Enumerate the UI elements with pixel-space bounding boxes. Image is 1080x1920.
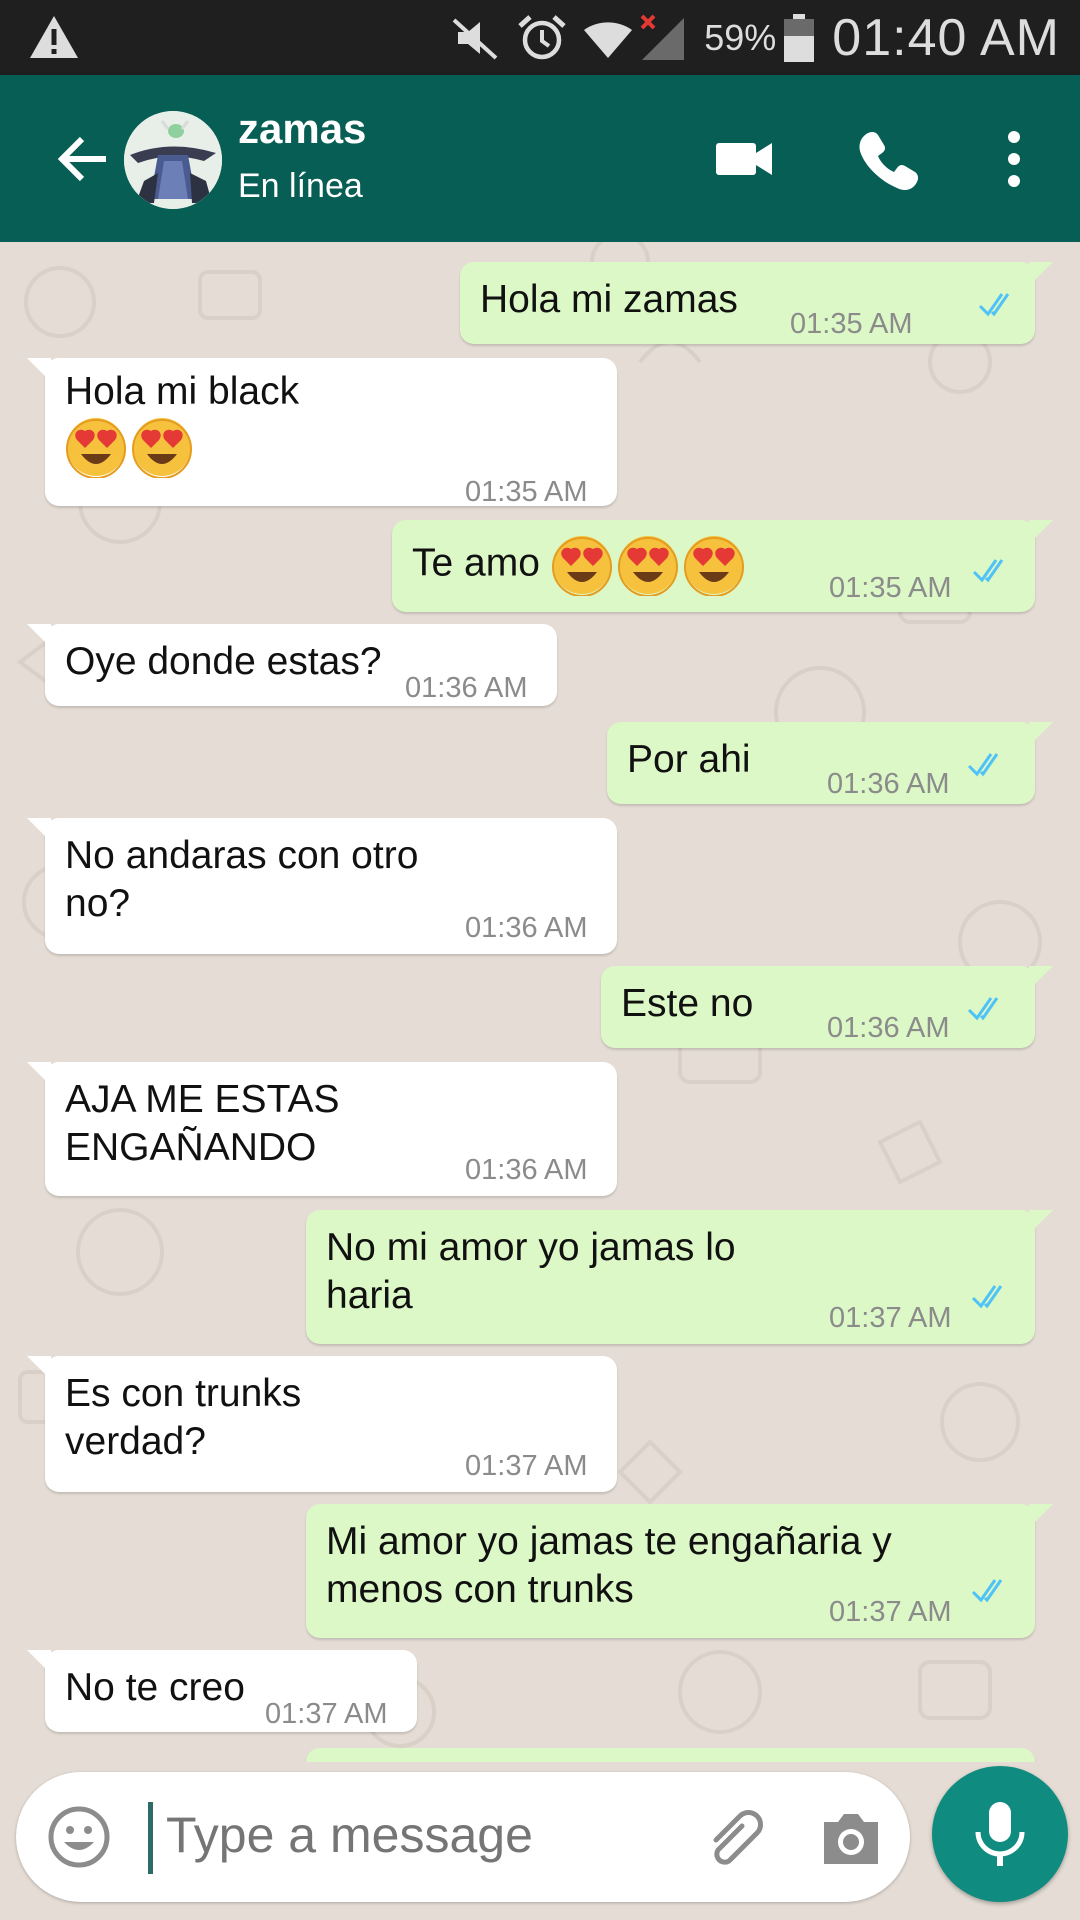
back-arrow-icon[interactable]: [52, 129, 112, 189]
wifi-icon: [584, 21, 633, 58]
read-receipt-icon: [972, 559, 1004, 583]
signal-icon: [640, 14, 685, 60]
clock: 01:40 AM: [832, 8, 1060, 67]
message-text-content: Mi amor yo jamas te engañaria y menos co…: [326, 1520, 892, 1611]
bubble-tail: [1029, 1504, 1053, 1528]
bubble-tail: [27, 1062, 51, 1086]
message-text: No andaras con otro no?: [65, 832, 418, 928]
status-bar: 59% 01:40 AM: [0, 0, 1080, 75]
read-receipt-icon: [971, 1285, 1003, 1309]
outgoing-message[interactable]: Por ahi 01:36 AM: [607, 722, 1053, 804]
message-text-content: Te amo: [412, 541, 551, 585]
contact-name[interactable]: zamas: [238, 105, 366, 153]
message-text-content: Oye donde estas?: [65, 640, 382, 683]
message-text: Oye donde estas?: [65, 638, 382, 686]
bubble-tail: [1029, 520, 1053, 544]
chat-header: zamas En línea: [0, 75, 1080, 242]
incoming-message[interactable]: No andaras con otro no? 01:36 AM: [27, 818, 617, 954]
message-text: Es con trunks verdad?: [65, 1370, 301, 1466]
mute-icon: [452, 18, 498, 59]
heart-eyes-emoji: [683, 536, 744, 596]
heart-eyes-emoji: [617, 536, 678, 596]
bubble-tail: [1029, 966, 1053, 990]
incoming-message[interactable]: Hola mi black 01:35 AM: [27, 358, 617, 508]
contact-status: En línea: [238, 167, 363, 205]
more-options-icon[interactable]: [980, 125, 1048, 193]
battery-percent: 59%: [704, 16, 777, 58]
outgoing-message[interactable]: Hola mi zamas 01:35 AM: [460, 262, 1053, 344]
mic-icon: [975, 1802, 1025, 1866]
message-text: Por ahi: [627, 736, 751, 784]
message-timestamp: 01:37 AM: [265, 1698, 388, 1730]
outgoing-message[interactable]: Este no 01:36 AM: [601, 966, 1053, 1048]
message-text-content: Hola mi zamas: [480, 278, 738, 321]
message-timestamp: 01:36 AM: [405, 672, 528, 704]
bubble-tail: [1029, 262, 1053, 286]
message-text-content: No mi amor yo jamas lo haria: [326, 1226, 736, 1317]
message-timestamp: 01:37 AM: [465, 1450, 588, 1482]
message-text-content: No andaras con otro no?: [65, 834, 419, 925]
message-timestamp: 01:35 AM: [790, 308, 913, 340]
message-timestamp: 01:36 AM: [827, 768, 950, 800]
message-text: Mi amor yo jamas te engañaria y menos co…: [326, 1518, 892, 1614]
bubble-tail: [27, 1650, 51, 1674]
message-input[interactable]: [166, 1806, 686, 1864]
read-receipt-icon: [967, 753, 999, 777]
message-timestamp: 01:36 AM: [465, 1154, 588, 1186]
incoming-message[interactable]: Oye donde estas? 01:36 AM: [27, 624, 557, 706]
voice-call-icon[interactable]: [852, 125, 920, 193]
incoming-message[interactable]: Es con trunks verdad? 01:37 AM: [27, 1356, 617, 1492]
heart-eyes-emoji: [132, 418, 192, 478]
warning-icon: [30, 16, 78, 58]
outgoing-message[interactable]: No mi amor yo jamas lo haria 01:37 AM: [306, 1210, 1053, 1344]
message-timestamp: 01:35 AM: [829, 572, 952, 604]
attach-icon[interactable]: [702, 1806, 768, 1872]
bubble-tail: [27, 358, 51, 382]
incoming-message[interactable]: AJA ME ESTAS ENGAÑANDO 01:36 AM: [27, 1062, 617, 1196]
heart-eyes-emoji: [66, 418, 126, 478]
mic-button[interactable]: [932, 1766, 1068, 1902]
video-call-icon[interactable]: [710, 125, 778, 193]
bubble-tail: [27, 818, 51, 842]
text-caret: [148, 1802, 153, 1874]
read-receipt-icon: [978, 293, 1010, 317]
bubble-tail: [27, 624, 51, 648]
message-timestamp: 01:37 AM: [829, 1302, 952, 1334]
message-text: No te creo: [65, 1664, 245, 1712]
message-timestamp: 01:35 AM: [465, 476, 588, 508]
emoji-icon[interactable]: [46, 1804, 112, 1870]
heart-eyes-emoji: [551, 536, 612, 596]
message-text: Hola mi zamas: [480, 276, 738, 324]
message-timestamp: 01:37 AM: [829, 1596, 952, 1628]
camera-icon[interactable]: [820, 1808, 882, 1868]
outgoing-message[interactable]: Te amo 01:35 AM: [392, 520, 1053, 612]
bubble-tail: [27, 1356, 51, 1380]
message-text: AJA ME ESTAS ENGAÑANDO: [65, 1076, 340, 1172]
message-text: Te amo: [412, 534, 749, 596]
message-text: Hola mi black: [65, 368, 299, 478]
read-receipt-icon: [971, 1579, 1003, 1603]
message-text-content: No te creo: [65, 1666, 245, 1709]
message-text: Este no: [621, 980, 753, 1028]
avatar[interactable]: [124, 111, 222, 209]
message-text: No mi amor yo jamas lo haria: [326, 1224, 736, 1320]
outgoing-message-partial[interactable]: [306, 1748, 1035, 1762]
incoming-message[interactable]: No te creo 01:37 AM: [27, 1650, 417, 1732]
alarm-icon: [518, 14, 566, 59]
message-text-content: Por ahi: [627, 738, 751, 781]
message-text-content: Este no: [621, 982, 754, 1025]
message-text-content: Hola mi black: [65, 370, 300, 413]
bubble-tail: [1029, 722, 1053, 746]
outgoing-message[interactable]: Mi amor yo jamas te engañaria y menos co…: [306, 1504, 1053, 1638]
bubble-tail: [1029, 1210, 1053, 1234]
message-list[interactable]: Hola mi zamas 01:35 AM Hola mi black 01:35 …: [0, 242, 1080, 1762]
battery-icon: [784, 13, 815, 62]
message-text-content: AJA ME ESTAS ENGAÑANDO: [65, 1078, 340, 1169]
message-timestamp: 01:36 AM: [827, 1012, 950, 1044]
message-composer: [16, 1772, 910, 1902]
message-text-content: Es con trunks verdad?: [65, 1372, 302, 1463]
read-receipt-icon: [967, 997, 999, 1021]
message-timestamp: 01:36 AM: [465, 912, 588, 944]
